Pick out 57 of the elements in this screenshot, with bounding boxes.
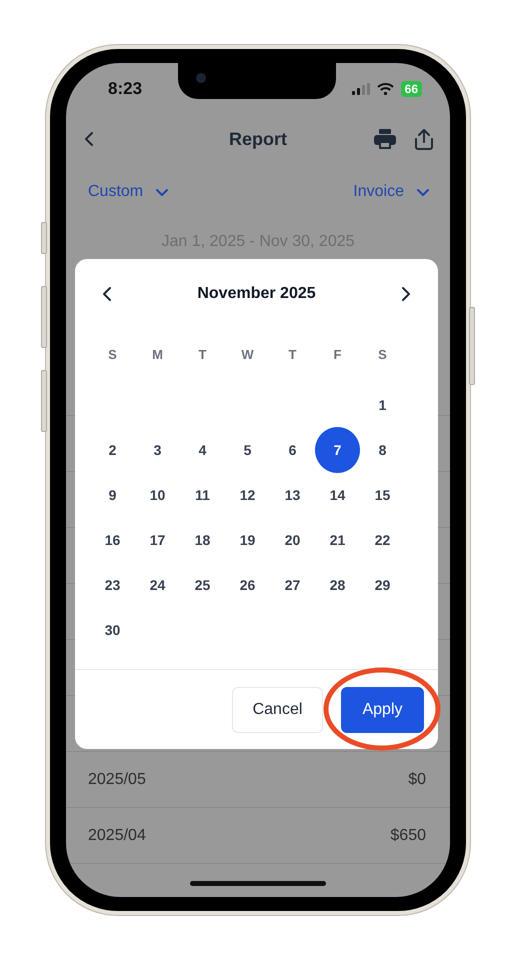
day-button[interactable]: 12 (225, 472, 270, 518)
weekday-label: T (288, 346, 298, 362)
day-button[interactable]: 18 (180, 516, 225, 562)
signal-icon (352, 83, 370, 95)
weekday-label: T (198, 346, 208, 362)
weekday-label: S (377, 346, 388, 362)
day-button[interactable]: 1 (360, 382, 405, 428)
amount-value: $0 (408, 770, 426, 788)
weekday-label: F (332, 346, 342, 362)
day-button[interactable]: 21 (315, 516, 360, 562)
day-button[interactable]: 9 (90, 472, 135, 518)
day-button[interactable]: 11 (180, 472, 225, 518)
share-icon[interactable] (414, 128, 434, 150)
day-button[interactable]: 27 (270, 562, 315, 608)
day-button[interactable]: 29 (360, 562, 405, 608)
day-button[interactable]: 3 (135, 426, 180, 472)
day-button[interactable]: 10 (135, 472, 180, 518)
day-button[interactable]: 2 (90, 426, 135, 472)
day-button[interactable]: 15 (360, 472, 405, 518)
day-button[interactable]: 17 (135, 516, 180, 562)
printer-icon[interactable] (374, 129, 396, 149)
day-button[interactable]: 20 (270, 516, 315, 562)
day-button[interactable]: 19 (225, 516, 270, 562)
back-icon[interactable] (83, 131, 95, 147)
apply-button[interactable]: Apply (341, 687, 424, 733)
day-button[interactable]: 14 (315, 472, 360, 518)
day-button[interactable]: 26 (225, 562, 270, 608)
period-label: 2025/05 (88, 770, 146, 788)
battery-level: 66 (400, 81, 422, 97)
day-button[interactable]: 24 (135, 562, 180, 608)
caret-icon (416, 188, 430, 196)
camera-icon (196, 73, 206, 83)
day-button[interactable]: 8 (360, 426, 405, 472)
amount-value: $650 (390, 826, 426, 844)
previous-month-icon[interactable] (101, 286, 113, 302)
status-time: 8:23 (108, 79, 142, 99)
day-button[interactable]: 5 (225, 426, 270, 472)
next-month-icon[interactable] (400, 286, 412, 302)
day-button[interactable]: 28 (315, 562, 360, 608)
day-button[interactable]: 13 (270, 472, 315, 518)
day-button[interactable]: 23 (90, 562, 135, 608)
weekday-label: W (240, 346, 255, 362)
day-button[interactable]: 6 (270, 426, 315, 472)
weekday-label: M (151, 346, 164, 362)
caret-icon (155, 188, 170, 196)
day-button[interactable]: 4 (180, 426, 225, 472)
period-label: 2025/04 (88, 826, 146, 844)
weekday-label: S (107, 346, 118, 362)
day-button[interactable]: 7 (315, 426, 360, 472)
day-button[interactable]: 30 (90, 606, 135, 652)
cancel-button[interactable]: Cancel (232, 687, 323, 733)
month-title: November 2025 (197, 285, 316, 303)
day-button[interactable]: 16 (90, 516, 135, 562)
day-button[interactable]: 22 (360, 516, 405, 562)
page-title: Report (228, 128, 288, 150)
wifi-icon (376, 83, 394, 95)
day-button[interactable]: 25 (180, 562, 225, 608)
